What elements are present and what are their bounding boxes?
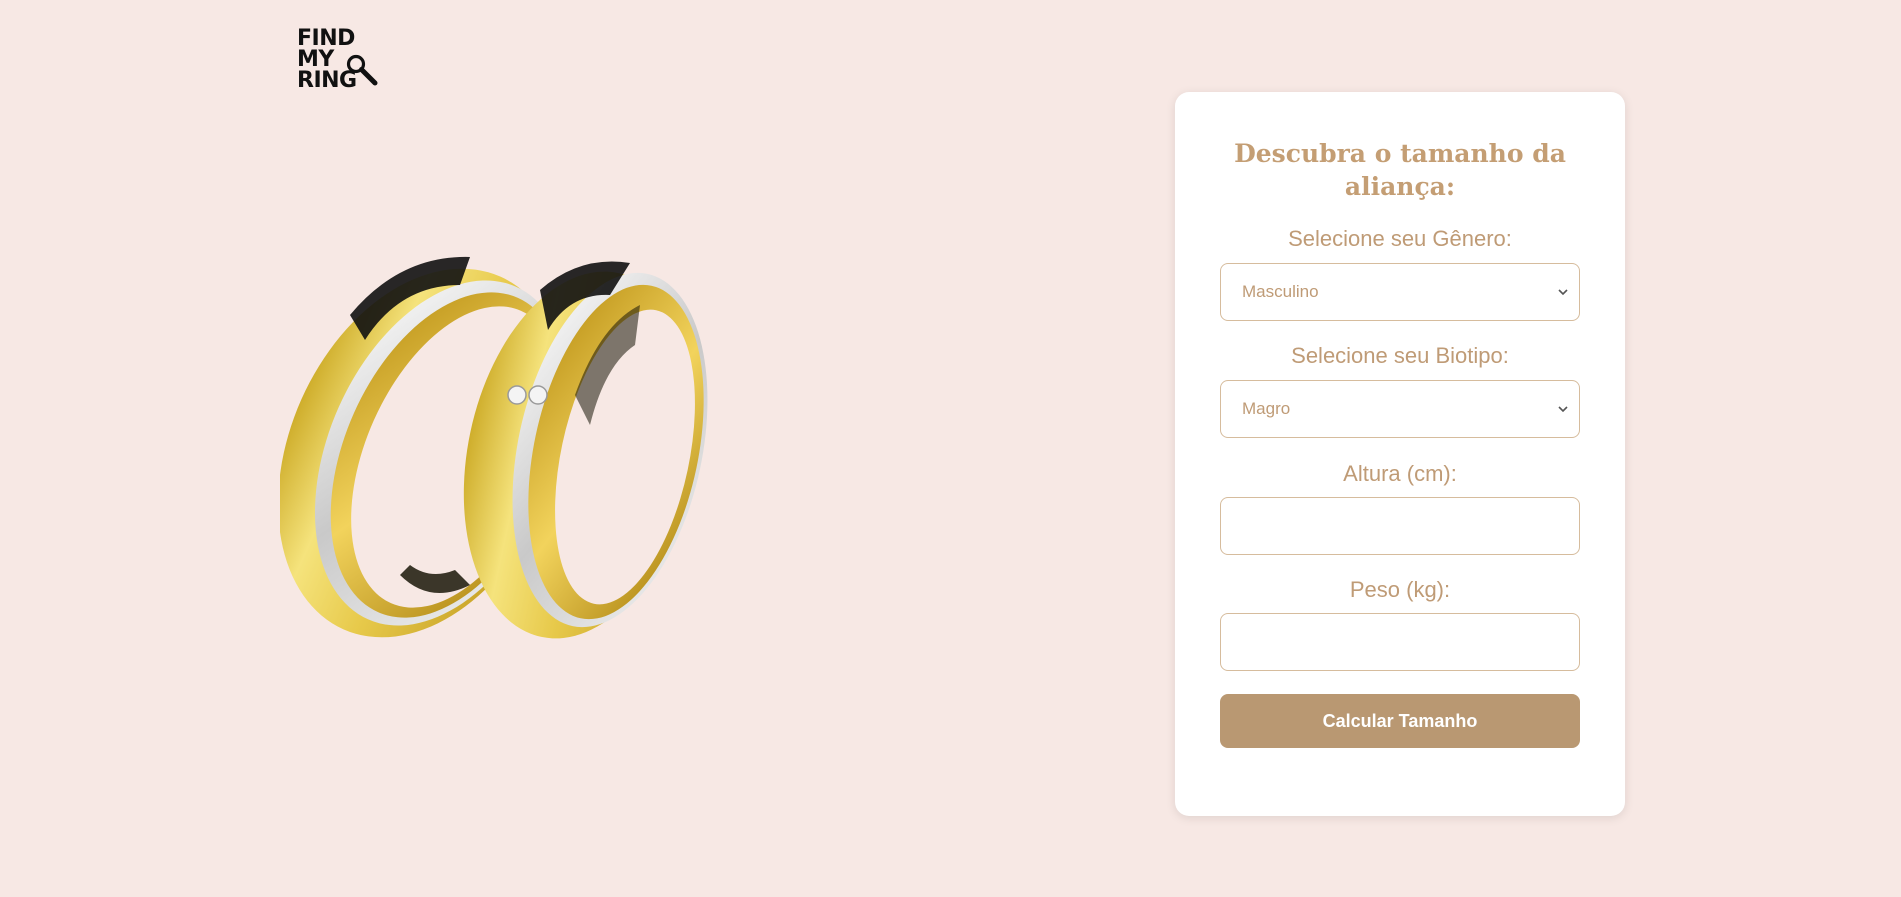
diamond-icon (528, 385, 548, 405)
chevron-down-icon (1558, 406, 1568, 413)
biotype-select[interactable]: Magro (1220, 380, 1580, 438)
height-input[interactable] (1220, 497, 1580, 555)
magnifier-icon (346, 54, 378, 86)
wedding-rings-image (280, 256, 708, 639)
form-title: Descubra o tamanho da aliança: (1234, 139, 1566, 201)
find-my-ring-logo[interactable]: FIND MY RING (297, 28, 387, 96)
biotype-select-value: Magro (1242, 399, 1291, 418)
gender-select-value: Masculino (1242, 282, 1319, 301)
gender-select[interactable]: Masculino (1220, 263, 1580, 321)
weight-input[interactable] (1220, 613, 1580, 671)
weight-label: Peso (kg): (1349, 577, 1451, 602)
calculate-size-button[interactable]: Calcular Tamanho (1220, 694, 1580, 748)
ring-size-form-card: Descubra o tamanho da aliança: Selecione… (1175, 92, 1625, 816)
height-label: Altura (cm): (1343, 461, 1457, 486)
gender-label: Selecione seu Gênero: (1288, 226, 1512, 251)
chevron-down-icon (1558, 289, 1568, 296)
diamond-icon (507, 385, 527, 405)
biotype-label: Selecione seu Biotipo: (1291, 343, 1509, 368)
